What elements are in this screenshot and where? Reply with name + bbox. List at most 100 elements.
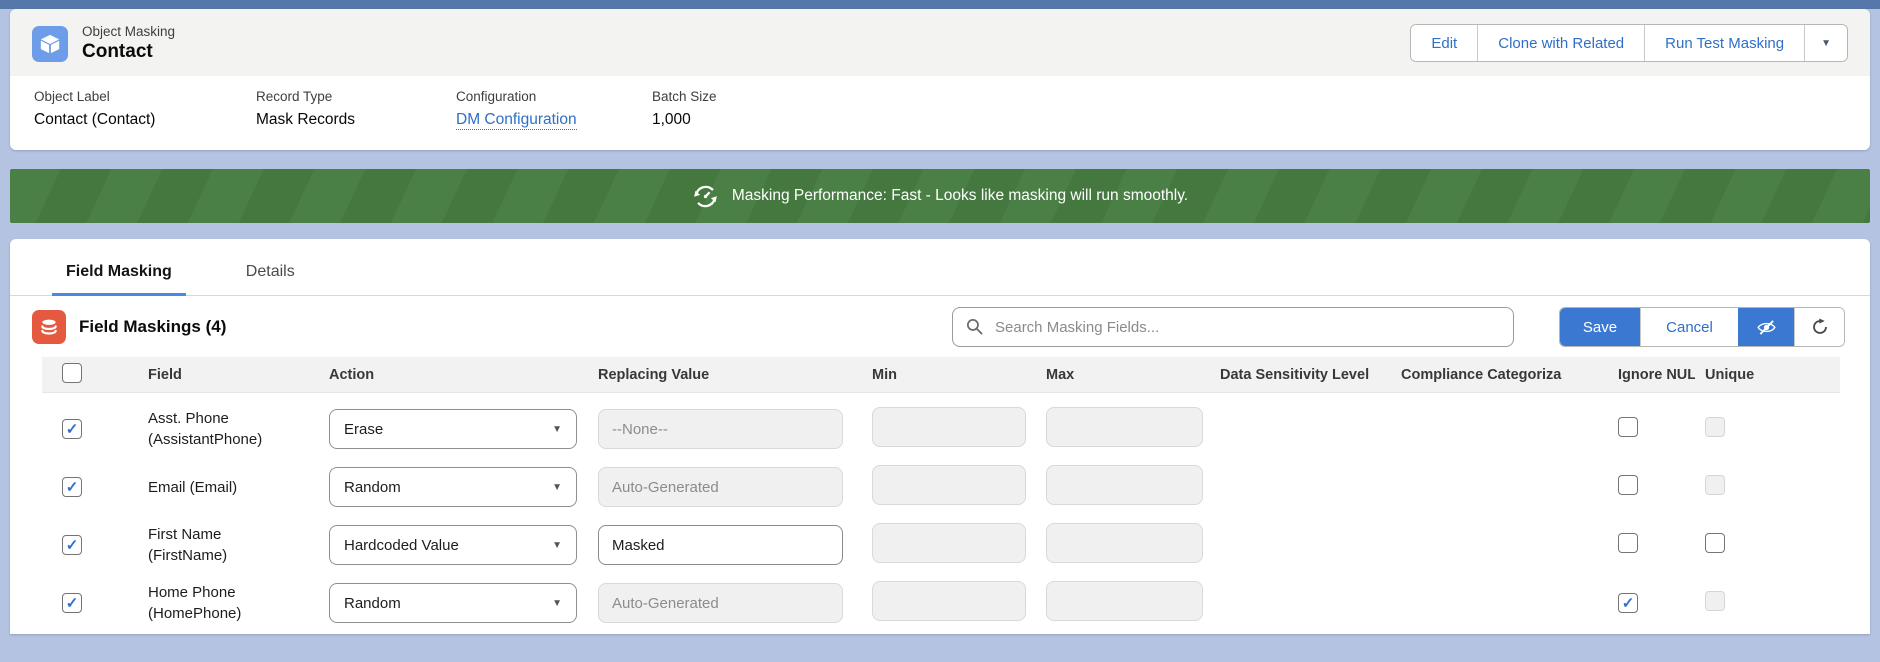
cube-icon (39, 33, 61, 55)
check-mark-icon: ✓ (66, 422, 79, 437)
table-row: ✓ First Name(FirstName) Hardcoded Value▼ Ma… (42, 516, 1840, 574)
tab-bar: Field Masking Details (10, 239, 1870, 296)
run-test-masking-button[interactable]: Run Test Masking (1644, 25, 1804, 61)
refresh-button[interactable] (1794, 308, 1844, 346)
tab-details[interactable]: Details (232, 239, 309, 296)
min-cell (860, 407, 1040, 452)
unique-cell (1695, 417, 1840, 442)
object-masking-icon (32, 26, 68, 62)
replacing-value-input: Auto-Generated (598, 467, 843, 507)
check-mark-icon: ✓ (66, 596, 79, 611)
detail-value: Contact (Contact) (34, 111, 246, 129)
max-input (1046, 465, 1203, 505)
table-header-row: FieldActionReplacing ValueMinMaxData Sen… (42, 357, 1840, 393)
detail-field: Batch Size1,000 (652, 89, 812, 130)
header-select-all-cell (42, 363, 130, 387)
action-cell: Random▼ (320, 467, 590, 507)
search-box (952, 307, 1514, 347)
table-row: ✓Home Phone(HomePhone)Random▼Auto-Genera… (42, 574, 1840, 632)
ignore-null-checkbox[interactable] (1618, 417, 1638, 437)
section-toolbar: Field Maskings (4) Save Cancel (10, 296, 1870, 357)
entity-type-label: Object Masking (82, 24, 175, 39)
field-masking-card: Field Masking Details Field Maskings (4) (10, 239, 1870, 634)
row-select-checkbox[interactable]: ✓ (62, 419, 82, 439)
action-select[interactable]: Hardcoded Value▼ (329, 525, 577, 565)
field-name-cell: Asst. Phone(AssistantPhone) (130, 408, 320, 450)
unique-checkbox (1705, 591, 1725, 611)
performance-refresh-icon (692, 183, 719, 210)
ignore-null-checkbox[interactable] (1618, 533, 1638, 553)
chevron-down-icon: ▼ (552, 598, 562, 609)
min-cell (860, 581, 1040, 626)
check-mark-icon: ✓ (66, 538, 79, 553)
field-masking-table: FieldActionReplacing ValueMinMaxData Sen… (42, 357, 1840, 632)
save-button[interactable]: Save (1560, 308, 1640, 346)
row-select-cell: ✓ (42, 419, 130, 439)
replacing-value-cell: --None-- (590, 409, 860, 449)
field-maskings-icon (32, 310, 66, 344)
clone-with-related-button[interactable]: Clone with Related (1477, 25, 1644, 61)
section-title: Field Maskings (4) (79, 317, 226, 337)
detail-label: Record Type (256, 89, 446, 104)
max-cell (1040, 581, 1215, 626)
action-select[interactable]: Erase▼ (329, 409, 577, 449)
replacing-value-cell: Auto-Generated (590, 583, 860, 623)
eye-slash-icon (1756, 317, 1777, 338)
replacing-value-cell: Auto-Generated (590, 467, 860, 507)
replacing-value-input: Auto-Generated (598, 583, 843, 623)
min-input (872, 581, 1026, 621)
column-header-cc: Compliance Categoriza (1395, 367, 1570, 383)
ignore-null-checkbox[interactable]: ✓ (1618, 593, 1638, 613)
tab-field-masking[interactable]: Field Masking (52, 239, 186, 296)
unique-checkbox[interactable] (1705, 533, 1725, 553)
row-select-checkbox[interactable]: ✓ (62, 477, 82, 497)
entity-title: Object Masking Contact (32, 24, 175, 63)
check-mark-icon: ✓ (1622, 596, 1635, 611)
max-input (1046, 581, 1203, 621)
database-icon (39, 317, 59, 337)
row-select-checkbox[interactable]: ✓ (62, 535, 82, 555)
edit-button[interactable]: Edit (1411, 25, 1477, 61)
detail-value-link[interactable]: DM Configuration (456, 111, 577, 130)
action-cell: Erase▼ (320, 409, 590, 449)
select-all-checkbox[interactable] (62, 363, 82, 383)
field-name-line: Asst. Phone (148, 408, 320, 429)
action-select[interactable]: Random▼ (329, 583, 577, 623)
ignore-null-cell: ✓ (1570, 593, 1695, 613)
replacing-value-input[interactable]: Masked (598, 525, 843, 565)
unique-checkbox (1705, 417, 1725, 437)
max-cell (1040, 523, 1215, 568)
action-select[interactable]: Random▼ (329, 467, 577, 507)
replacing-value-input: --None-- (598, 409, 843, 449)
unique-cell (1695, 533, 1840, 558)
search-input[interactable] (952, 307, 1514, 347)
detail-field: Configuration DM Configuration (456, 89, 642, 130)
ignore-null-cell (1570, 475, 1695, 500)
max-cell (1040, 465, 1215, 510)
cancel-button[interactable]: Cancel (1640, 308, 1738, 346)
ignore-null-cell (1570, 533, 1695, 558)
max-input (1046, 523, 1203, 563)
detail-label: Configuration (456, 89, 642, 104)
ignore-null-checkbox[interactable] (1618, 475, 1638, 495)
max-input (1046, 407, 1203, 447)
record-header-card: Object Masking Contact EditClone with Re… (10, 9, 1870, 150)
row-select-cell: ✓ (42, 535, 130, 555)
field-name: Asst. Phone(AssistantPhone) (148, 408, 320, 450)
table-action-group: Save Cancel (1559, 307, 1845, 347)
action-select-value: Erase (344, 421, 383, 438)
column-header-replace: Replacing Value (590, 367, 860, 383)
row-select-cell: ✓ (42, 477, 130, 497)
row-select-checkbox[interactable]: ✓ (62, 593, 82, 613)
field-name-line: (FirstName) (148, 545, 320, 566)
column-header-action: Action (320, 367, 590, 383)
action-select-value: Hardcoded Value (344, 537, 459, 554)
check-mark-icon: ✓ (66, 480, 79, 495)
record-header: Object Masking Contact EditClone with Re… (10, 9, 1870, 76)
more-actions-dropdown-button[interactable]: ▼ (1804, 25, 1847, 61)
field-name-line: First Name (148, 524, 320, 545)
detail-value: 1,000 (652, 111, 812, 129)
object-masking-page: Object Masking Contact EditClone with Re… (0, 0, 1880, 662)
hide-columns-button[interactable] (1738, 308, 1794, 346)
unique-checkbox (1705, 475, 1725, 495)
